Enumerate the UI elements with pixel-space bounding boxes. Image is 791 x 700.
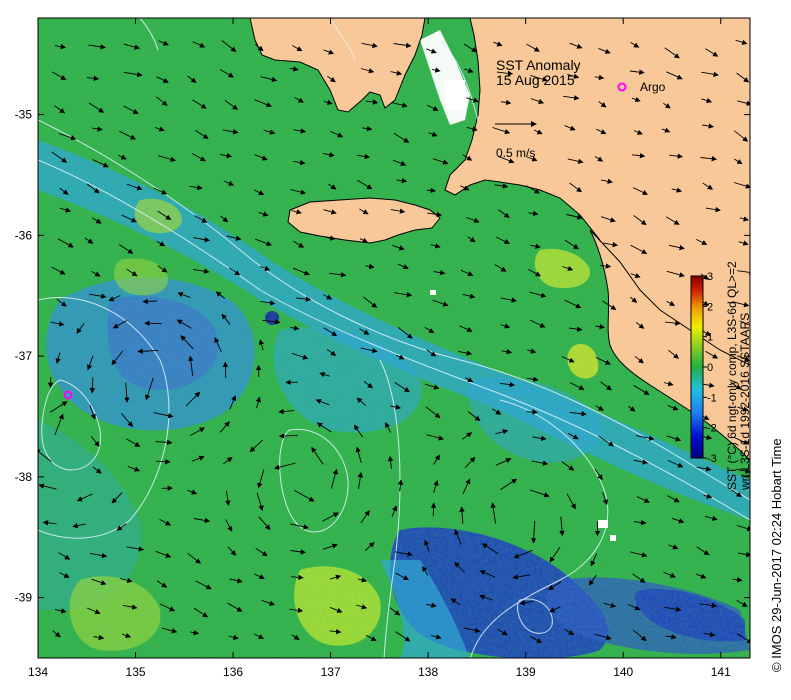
- x-tick-label: 135: [126, 665, 146, 679]
- y-tick-label: -38: [15, 470, 33, 484]
- map-plot-area: [38, 18, 750, 658]
- current-vector-arrow: [142, 298, 158, 305]
- map-title: SST Anomaly: [496, 57, 581, 73]
- current-vector-arrow: [222, 361, 229, 378]
- current-vector-arrow: [430, 502, 437, 517]
- x-tick-label: 141: [711, 665, 731, 679]
- sst-anomaly-map: SST Anomaly 15 Aug 2015 Argo 0.5 m/s 3 2 1…: [15, 17, 784, 679]
- vector-scale-label: 0.5 m/s: [496, 146, 535, 160]
- colorbar-gradient: [690, 275, 704, 459]
- x-tick-label: 137: [321, 665, 341, 679]
- credit-text: © IMOS 29-Jun-2017 02:24 Hobart Time: [769, 438, 784, 672]
- current-vector-arrow: [144, 320, 162, 326]
- x-tick-label: 134: [28, 665, 48, 679]
- x-tick-label: 138: [418, 665, 438, 679]
- colorbar-tick-label: -1: [707, 392, 717, 404]
- argo-legend-label: Argo: [640, 80, 666, 94]
- colorbar-tick-label: -3: [707, 453, 717, 465]
- colorbar-tick-label: -2: [707, 423, 717, 435]
- colorbar-label-line1: SST (°C) 6d ngt-only comp, L3S-6d QL>=2: [725, 261, 739, 490]
- current-vector-arrow: [89, 377, 96, 394]
- colorbar-tick-label: 0: [707, 362, 713, 374]
- current-vector-arrow: [526, 409, 538, 415]
- colorbar-label-line2: wrt L3S-1d 1992-2016 SSTAARS: [738, 313, 752, 491]
- y-tick-label: -39: [15, 591, 33, 605]
- colorbar-tick-label: 3: [707, 271, 713, 283]
- colorbar-tick-label: 2: [707, 301, 713, 313]
- y-tick-label: -36: [15, 228, 33, 242]
- x-tick-label: 140: [613, 665, 633, 679]
- y-tick-label: -35: [15, 108, 33, 122]
- x-tick-label: 136: [223, 665, 243, 679]
- x-tick-label: 139: [516, 665, 536, 679]
- map-date: 15 Aug 2015: [496, 72, 575, 88]
- colorbar-tick-label: 1: [707, 332, 713, 344]
- y-tick-label: -37: [15, 349, 33, 363]
